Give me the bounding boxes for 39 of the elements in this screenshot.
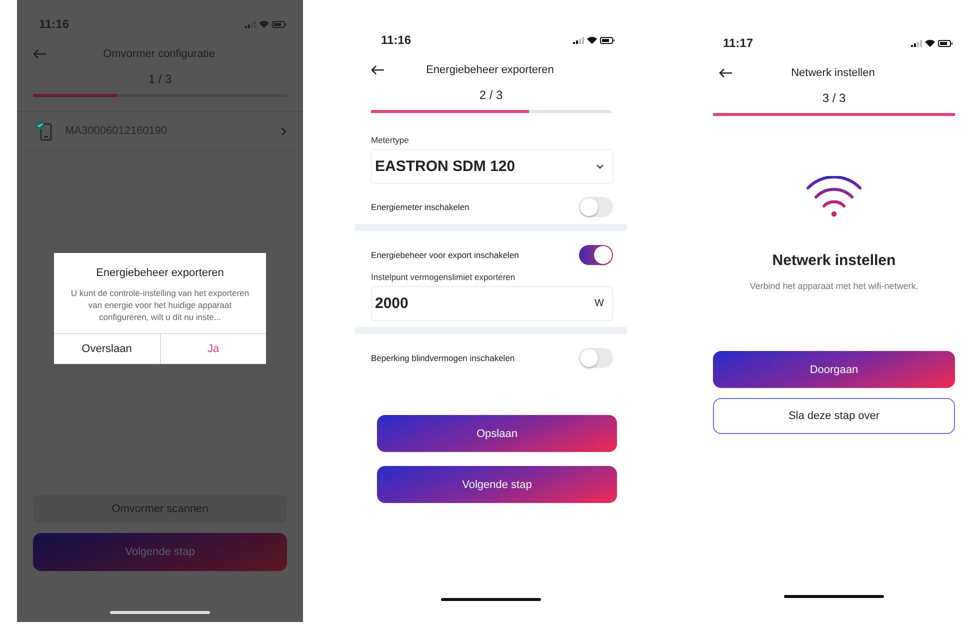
action-button[interactable]: Opslaan: [377, 415, 617, 452]
toggle-label: Beperking blindvermogen inschakelen: [371, 353, 515, 363]
dialog-message: U kunt de controle-instelling van het exporteren van energie voor het huidige apparaat configureren, wilt u dit nu inste...: [70, 287, 250, 323]
status-time: 11:17: [723, 36, 754, 50]
section-heading: Netwerk instellen: [772, 252, 896, 269]
field-label: Metertype: [371, 135, 410, 145]
screen-title: Netwerk instellen: [790, 67, 876, 79]
input-field[interactable]: 2000 W: [371, 286, 613, 321]
wifi-icon: [259, 20, 269, 28]
wifi-icon: [925, 39, 935, 47]
battery-icon: [272, 20, 287, 28]
chevron-right-icon: [281, 126, 287, 136]
status-time: 11:16: [381, 33, 412, 47]
toggle-label: Energiemeter inschakelen: [371, 202, 470, 212]
action-button[interactable]: Doorgaan: [713, 351, 955, 388]
action-button[interactable]: Volgende stap: [377, 466, 617, 503]
screen-title: Energiebeheer exporteren: [425, 64, 555, 76]
field-label: Instelpunt vermogenslimiet exporteren: [371, 272, 516, 282]
dialog-title: Energiebeheer exporteren: [95, 267, 225, 279]
signal-icon: [573, 36, 584, 44]
back-arrow-icon[interactable]: [719, 68, 733, 78]
signal-icon: [245, 20, 256, 28]
step-counter: 3 / 3: [822, 91, 846, 105]
step-counter: 2 / 3: [479, 88, 503, 102]
signal-icon: [911, 40, 922, 46]
meter-type-dropdown[interactable]: EASTRON SDM 120: [371, 149, 613, 184]
toggle-switch[interactable]: [579, 245, 613, 265]
battery-icon: [938, 40, 953, 46]
wifi-icon: [806, 176, 862, 218]
battery-icon: [600, 36, 615, 44]
toggle-label: Energiebeheer voor export inschakelen: [371, 250, 519, 260]
unit-label: W: [594, 298, 604, 309]
skip-button[interactable]: Sla deze stap over: [713, 398, 955, 434]
description-text: Verbind het apparaat met het wifi-netwerk.: [750, 281, 918, 291]
wifi-icon: [587, 36, 597, 44]
toggle-switch[interactable]: [579, 348, 613, 368]
back-arrow-icon[interactable]: [371, 65, 385, 75]
toggle-switch[interactable]: [579, 197, 613, 217]
chevron-down-icon: [596, 164, 604, 169]
